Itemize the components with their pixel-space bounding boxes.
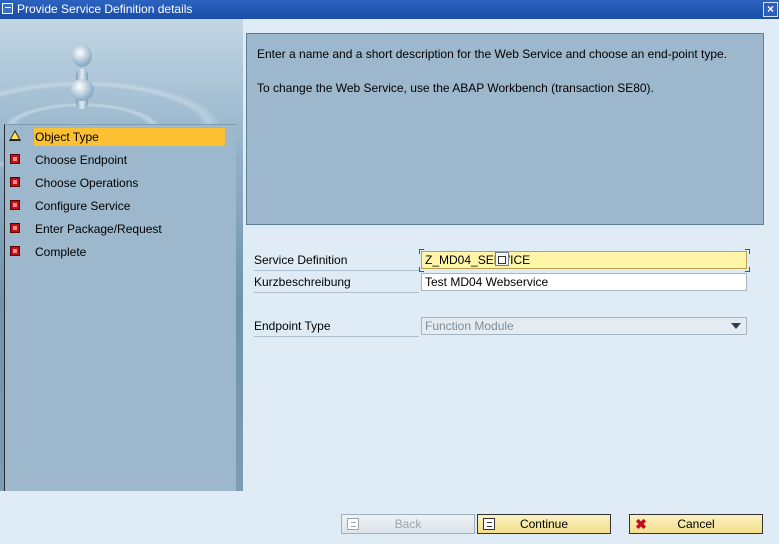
error-icon xyxy=(10,200,20,210)
error-icon xyxy=(10,223,20,233)
close-icon[interactable]: × xyxy=(763,2,778,17)
warning-icon xyxy=(9,130,21,141)
step-label: Configure Service xyxy=(35,199,131,213)
step-complete[interactable]: Complete xyxy=(5,242,225,262)
water-drop-graphic xyxy=(70,79,94,101)
continue-button-label: Continue xyxy=(519,517,569,531)
document-icon xyxy=(483,518,495,530)
value-help-icon[interactable] xyxy=(495,252,509,266)
window-title: Provide Service Definition details xyxy=(17,2,193,16)
step-label: Object Type xyxy=(34,128,225,146)
wizard-steps-list: Object Type Choose Endpoint Choose Opera… xyxy=(4,124,236,491)
step-label: Choose Operations xyxy=(35,176,139,190)
window-menu-icon[interactable] xyxy=(2,3,13,14)
info-instructions: Enter a name and a short description for… xyxy=(257,47,728,61)
short-description-field[interactable]: Test MD04 Webservice xyxy=(421,273,747,291)
back-button-label: Back xyxy=(394,517,422,531)
water-drop-graphic xyxy=(72,45,92,67)
continue-button[interactable]: Continue xyxy=(477,514,611,534)
service-definition-label: Service Definition xyxy=(254,250,419,271)
cancel-button[interactable]: ✖ Cancel xyxy=(629,514,763,534)
step-object-type[interactable]: Object Type xyxy=(5,127,225,147)
step-label: Choose Endpoint xyxy=(35,153,128,167)
info-change-hint: To change the Web Service, use the ABAP … xyxy=(257,81,654,95)
error-icon xyxy=(10,177,20,187)
required-marker xyxy=(745,249,750,254)
cancel-icon: ✖ xyxy=(635,516,647,532)
dropdown-arrow-icon[interactable] xyxy=(731,323,741,329)
endpoint-type-dropdown[interactable]: Function Module xyxy=(421,317,747,335)
document-icon xyxy=(347,518,359,530)
step-label: Complete xyxy=(35,245,87,259)
required-marker xyxy=(419,267,424,272)
step-choose-operations[interactable]: Choose Operations xyxy=(5,173,225,193)
step-configure-service[interactable]: Configure Service xyxy=(5,196,225,216)
info-panel: Enter a name and a short description for… xyxy=(246,33,764,225)
endpoint-type-label: Endpoint Type xyxy=(254,316,419,337)
cancel-button-label: Cancel xyxy=(677,517,715,531)
step-choose-endpoint[interactable]: Choose Endpoint xyxy=(5,150,225,170)
title-bar: Provide Service Definition details × xyxy=(0,0,779,19)
error-icon xyxy=(10,246,20,256)
error-icon xyxy=(10,154,20,164)
service-definition-field[interactable]: Z_MD04_SERVICE xyxy=(421,251,747,269)
endpoint-type-value: Function Module xyxy=(425,319,514,333)
required-marker xyxy=(419,249,424,254)
step-label: Enter Package/Request xyxy=(35,222,162,236)
short-description-label: Kurzbeschreibung xyxy=(254,272,419,293)
back-button[interactable]: Back xyxy=(341,514,475,534)
step-enter-package-request[interactable]: Enter Package/Request xyxy=(5,219,225,239)
required-marker xyxy=(745,267,750,272)
